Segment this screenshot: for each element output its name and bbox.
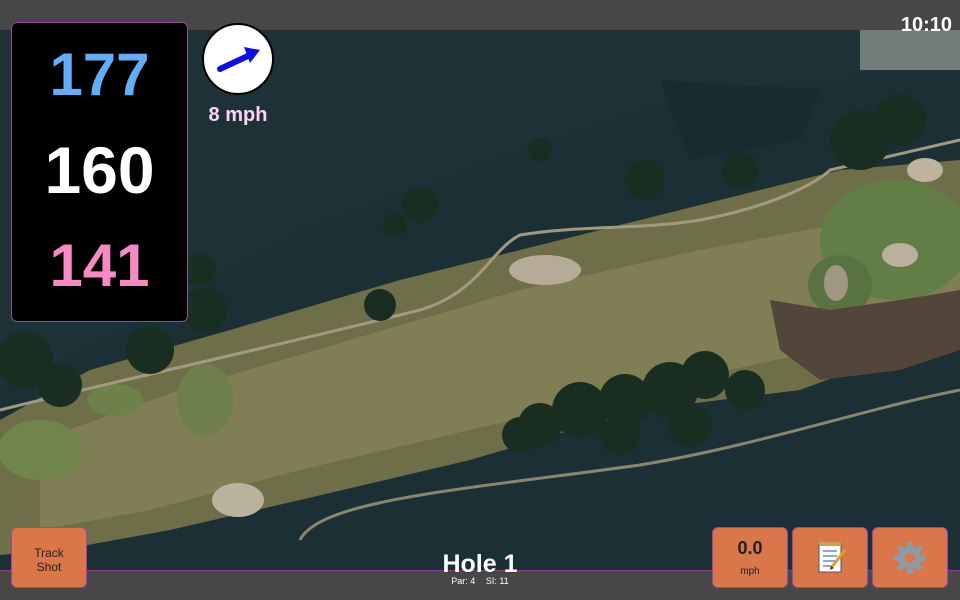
hole-title: Hole 1 [442, 550, 518, 578]
gear-icon [894, 542, 926, 574]
gps-screen: 10:10 177 160 141 8 mph Track Shot Hole … [0, 0, 960, 600]
speed-unit: mph [740, 566, 760, 577]
track-shot-button[interactable]: Track Shot [11, 527, 87, 588]
wind-indicator [202, 23, 274, 95]
notepad-icon [818, 542, 847, 573]
middle-yardage: 160 [44, 133, 155, 207]
hole-par: Par: 4 [451, 576, 476, 586]
track-shot-label-line1: Track [34, 546, 64, 560]
speed-button[interactable]: 0.0 mph [712, 527, 788, 588]
front-yardage: 141 [49, 232, 150, 299]
wind-speed: 8 mph [208, 104, 268, 126]
back-yardage: 177 [49, 41, 150, 108]
track-shot-label-line2: Shot [36, 560, 62, 574]
wind-arrow-icon [217, 47, 260, 72]
hole-info: Par: 4 SI: 11 [400, 576, 560, 586]
settings-button[interactable] [872, 527, 948, 588]
speed-value: 0.0 [737, 538, 763, 558]
hole-stroke-index: SI: 11 [485, 576, 509, 586]
notes-button[interactable] [792, 527, 868, 588]
yardage-panel: 177 160 141 [11, 22, 188, 322]
clock: 10:10 [900, 14, 952, 36]
